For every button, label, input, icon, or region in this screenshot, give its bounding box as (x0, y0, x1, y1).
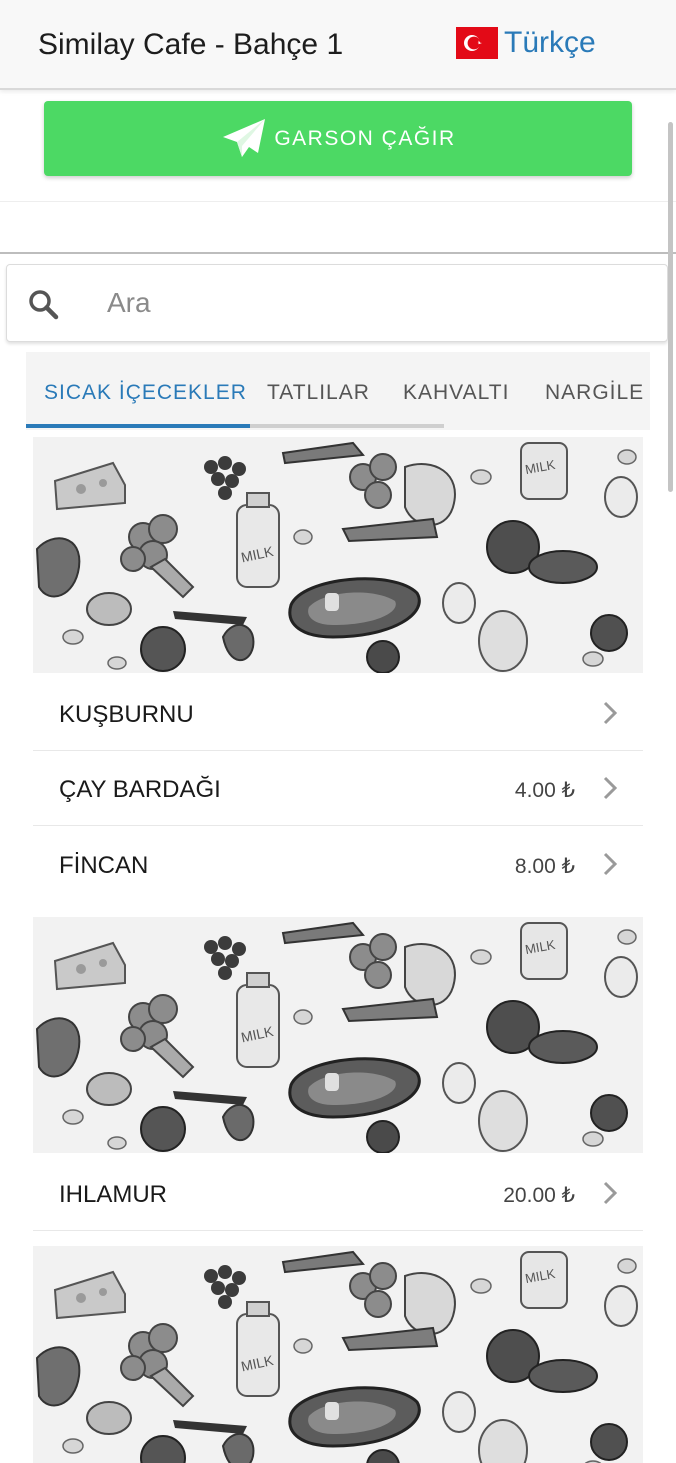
page-title: Similay Cafe - Bahçe 1 (38, 28, 344, 61)
language-selector[interactable]: Türkçe (456, 26, 596, 60)
search-bar (6, 264, 668, 342)
category-tabs: SICAK İÇECEKLER TATLILAR KAHVALTI NARGİL… (26, 352, 650, 430)
menu-item-name: IHLAMUR (59, 1181, 168, 1208)
menu-item-name: FİNCAN (59, 852, 149, 879)
search-input[interactable] (107, 281, 647, 325)
tab-sicak-icecekler[interactable]: SICAK İÇECEKLER (44, 381, 247, 405)
menu-item[interactable]: IHLAMUR 20.00 ₺ (33, 1156, 643, 1231)
app-header: Similay Cafe - Bahçe 1 Türkçe (0, 0, 676, 90)
tab-tatlilar[interactable]: TATLILAR (267, 381, 370, 405)
paper-plane-icon (223, 118, 266, 157)
menu-item[interactable]: FİNCAN 8.00 ₺ (33, 827, 643, 902)
menu-item[interactable]: ÇAY BARDAĞI 4.00 ₺ (33, 751, 643, 826)
divider (0, 252, 676, 254)
chevron-right-icon (603, 1181, 618, 1205)
search-icon (29, 290, 59, 320)
scrollbar[interactable] (668, 122, 673, 492)
divider (0, 201, 676, 202)
tab-nargile[interactable]: NARGİLE (545, 381, 644, 405)
active-tab-indicator (26, 424, 250, 428)
category-banner-image (33, 1246, 643, 1463)
call-waiter-label: GARSON ÇAĞIR (274, 126, 456, 150)
menu-item-name: ÇAY BARDAĞI (59, 776, 221, 803)
menu-item-price: 20.00 ₺ (503, 1184, 575, 1207)
category-banner-image (33, 437, 643, 673)
tab-kahvalti[interactable]: KAHVALTI (403, 381, 509, 405)
turkey-flag-icon (456, 27, 498, 59)
menu-item-price: 8.00 ₺ (514, 855, 575, 878)
menu-item[interactable]: KUŞBURNU (33, 676, 643, 751)
menu-item-price: 4.00 ₺ (514, 779, 575, 802)
language-label: Türkçe (504, 26, 596, 59)
chevron-right-icon (603, 852, 618, 876)
menu-item-name: KUŞBURNU (59, 701, 194, 728)
chevron-right-icon (603, 701, 618, 725)
category-banner-image (33, 917, 643, 1153)
call-waiter-button[interactable]: GARSON ÇAĞIR (44, 101, 632, 176)
chevron-right-icon (603, 776, 618, 800)
